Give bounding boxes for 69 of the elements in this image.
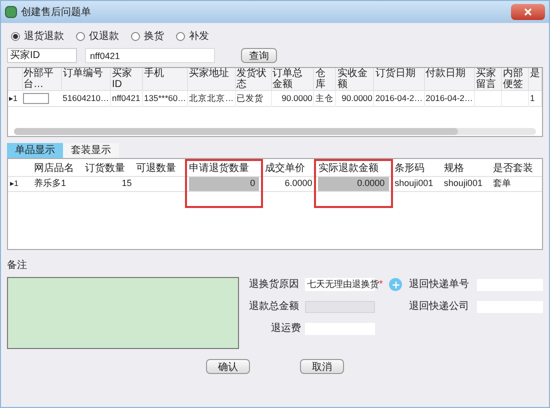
table-cell: 1 bbox=[528, 90, 542, 106]
courier-label: 退回快递公司 bbox=[409, 300, 470, 314]
dialog-button[interactable]: 确认 bbox=[206, 359, 250, 374]
row-header: ▸1 bbox=[8, 90, 22, 106]
table-cell: 北京北京… bbox=[188, 90, 236, 106]
row-header: ▸1 bbox=[8, 176, 32, 191]
table-cell: 0.0000 bbox=[315, 176, 392, 191]
table-cell: 2016-04-2… bbox=[374, 90, 424, 106]
radio-option[interactable]: 换货 bbox=[131, 29, 164, 44]
close-icon bbox=[524, 8, 532, 16]
table-cell: 135***60… bbox=[142, 90, 188, 106]
note-label: 备注 bbox=[7, 258, 28, 273]
required-mark: * bbox=[379, 278, 384, 292]
column-header[interactable]: 规格 bbox=[442, 160, 492, 176]
app-icon bbox=[5, 6, 17, 18]
radio-option[interactable]: 退货退款 bbox=[11, 29, 64, 44]
column-header[interactable]: 订货数量 bbox=[82, 160, 134, 176]
column-header[interactable]: 订单总金额 bbox=[271, 68, 314, 90]
column-header[interactable]: 是否套装 bbox=[491, 160, 542, 176]
table-cell: shouji001 bbox=[442, 176, 492, 191]
column-header[interactable]: 成交单价 bbox=[262, 160, 316, 176]
column-header[interactable]: 网店品名 bbox=[32, 160, 83, 176]
reason-label: 退换货原因 bbox=[249, 278, 300, 292]
table-cell: 主仓 bbox=[314, 90, 336, 106]
column-header[interactable]: 仓库 bbox=[314, 68, 336, 90]
shipping-fee-label: 退运费 bbox=[270, 322, 301, 336]
radio-option[interactable]: 补发 bbox=[176, 29, 209, 44]
add-icon[interactable] bbox=[389, 278, 402, 291]
tab[interactable]: 套装显示 bbox=[63, 143, 119, 158]
column-header[interactable]: 付款日期 bbox=[424, 68, 474, 90]
refund-total-label: 退款总金额 bbox=[249, 300, 300, 314]
note-field[interactable] bbox=[7, 277, 239, 349]
refund-total-field[interactable] bbox=[305, 300, 375, 312]
column-header[interactable]: 订单编号 bbox=[62, 68, 110, 90]
tracking-label: 退回快递单号 bbox=[409, 278, 470, 292]
window-title: 创建售后问题单 bbox=[21, 6, 91, 20]
column-header[interactable]: 是 bbox=[528, 68, 542, 90]
cell-input[interactable] bbox=[23, 93, 49, 104]
column-header[interactable]: 内部便签 bbox=[501, 68, 528, 90]
table-cell: shouji001 bbox=[392, 176, 442, 191]
column-header[interactable]: 买家ID bbox=[110, 68, 143, 90]
column-header[interactable]: 手机 bbox=[142, 68, 188, 90]
table-cell: 90.0000 bbox=[271, 90, 314, 106]
table-cell: 90.0000 bbox=[336, 90, 374, 106]
column-header[interactable]: 买家留言 bbox=[474, 68, 502, 90]
column-header[interactable]: 买家地址 bbox=[188, 68, 236, 90]
column-header[interactable]: 实收金额 bbox=[336, 68, 374, 90]
column-header[interactable]: 外部平台… bbox=[22, 68, 62, 90]
table-cell: 2016-04-2… bbox=[424, 90, 474, 106]
dialog-button[interactable]: 取消 bbox=[300, 359, 344, 374]
radio-option[interactable]: 仅退款 bbox=[76, 29, 119, 44]
query-button[interactable]: 查询 bbox=[241, 48, 277, 63]
column-header[interactable]: 条形码 bbox=[392, 160, 442, 176]
close-button[interactable] bbox=[511, 4, 545, 20]
table-cell: 15 bbox=[82, 176, 134, 191]
tab[interactable]: 单品显示 bbox=[7, 143, 63, 158]
table-cell: 已发货 bbox=[235, 90, 272, 106]
scrollbar[interactable] bbox=[14, 128, 536, 135]
column-header[interactable]: 可退数量 bbox=[134, 160, 186, 176]
table-cell: 套单 bbox=[491, 176, 542, 191]
table-cell: nff0421 bbox=[110, 90, 143, 106]
column-header[interactable]: 订货日期 bbox=[374, 68, 424, 90]
search-field[interactable]: nff0421 bbox=[85, 48, 215, 63]
table-cell: 0 bbox=[186, 176, 262, 191]
search-field-dropdown[interactable]: 买家ID bbox=[7, 48, 77, 63]
table-cell: 51604210… bbox=[62, 90, 110, 106]
table-cell: 6.0000 bbox=[262, 176, 316, 191]
table-cell: 养乐多1 bbox=[32, 176, 83, 191]
column-header[interactable]: 发货状态 bbox=[235, 68, 272, 90]
